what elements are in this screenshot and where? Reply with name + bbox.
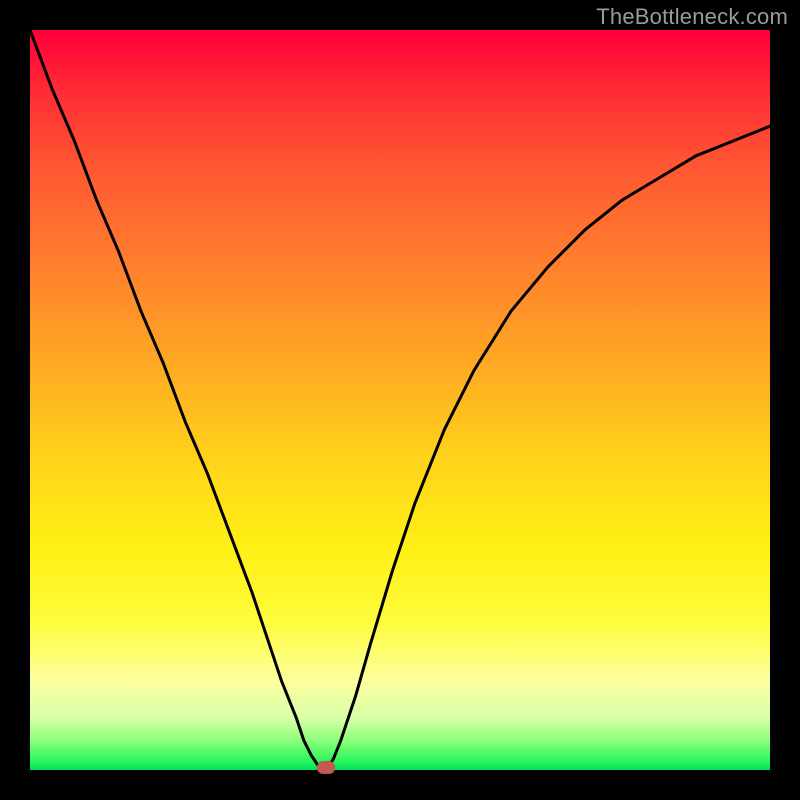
chart-frame: TheBottleneck.com [0, 0, 800, 800]
bottleneck-curve [30, 30, 770, 770]
plot-area [30, 30, 770, 770]
minimum-marker [317, 761, 335, 774]
watermark-text: TheBottleneck.com [596, 4, 788, 30]
